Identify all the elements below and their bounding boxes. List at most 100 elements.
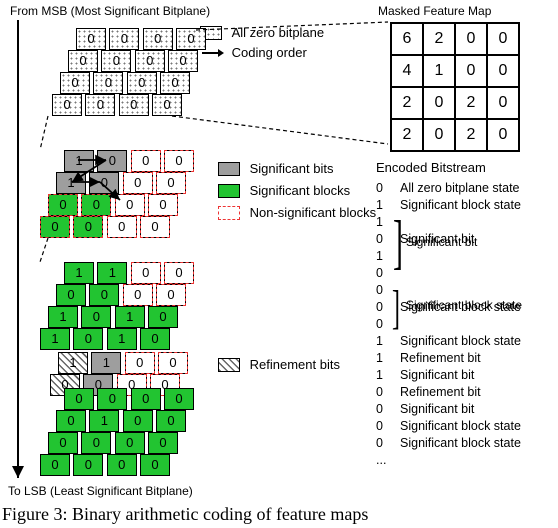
- bp-cell: 0: [164, 150, 194, 172]
- brace1-label: Significant bit: [406, 235, 477, 249]
- mfm-cell: 0: [487, 55, 519, 87]
- list-item: 0All zero bitplane state: [376, 180, 521, 197]
- list-item: 0Significant bit: [376, 401, 521, 418]
- bp-cell: 0: [85, 94, 115, 116]
- bp-cell: 0: [131, 150, 161, 172]
- mfm-cell: 2: [391, 119, 423, 151]
- masked-feature-map: 6 2 0 0 4 1 0 0 2 0 2 0 2 0 2 0: [390, 22, 520, 152]
- mfm-cell: 2: [455, 87, 487, 119]
- bp-cell: 0: [40, 216, 70, 238]
- bp-cell: 0: [143, 28, 173, 50]
- mfm-cell: 2: [423, 23, 455, 55]
- bp-cell: 0: [89, 284, 119, 306]
- legend-allzero: All zero bitplane: [200, 24, 324, 40]
- legend-ref-text: Refinement bits: [250, 357, 340, 372]
- bp-cell: 0: [107, 216, 137, 238]
- list-item: 0Refinement bit: [376, 384, 521, 401]
- mfm-cell: 0: [487, 119, 519, 151]
- bp-cell: 0: [152, 94, 182, 116]
- label-lsb: To LSB (Least Significant Bitplane): [8, 484, 193, 498]
- diagram-canvas: From MSB (Most Significant Bitplane) Mas…: [0, 0, 558, 528]
- bp-cell: 0: [158, 352, 188, 374]
- legend-nonsig: Non-significant blocks: [218, 204, 376, 220]
- bp-cell: 0: [164, 388, 194, 410]
- mfm-cell: 2: [391, 87, 423, 119]
- bp-cell: 0: [107, 454, 137, 476]
- bp-cell: 0: [73, 328, 103, 350]
- label-masked-header: Masked Feature Map: [378, 4, 491, 18]
- bp-cell: 1: [91, 352, 121, 374]
- bp-cell: 1: [48, 306, 78, 328]
- bp-cell: 0: [160, 72, 190, 94]
- bp-cell: 0: [123, 172, 153, 194]
- bp-cell: 0: [115, 194, 145, 216]
- mfm-cell: 0: [423, 119, 455, 151]
- bp-cell: 0: [81, 432, 111, 454]
- list-item: 1Refinement bit: [376, 350, 521, 367]
- bp-cell: 0: [48, 194, 78, 216]
- bp-cell: 0: [52, 94, 82, 116]
- figure-caption: Figure 3: Binary arithmetic coding of fe…: [2, 504, 368, 525]
- bp-cell: 0: [140, 454, 170, 476]
- legend-allzero-text: All zero bitplane: [232, 25, 325, 40]
- bp-cell: 0: [119, 94, 149, 116]
- mfm-cell: 0: [455, 23, 487, 55]
- bp-cell: 0: [81, 306, 111, 328]
- bp-cell: 1: [58, 352, 88, 374]
- gray-swatch: [218, 162, 240, 176]
- legend-sigbits: Significant bits: [218, 160, 333, 176]
- legend-sigblocks-text: Significant blocks: [250, 183, 350, 198]
- bp-cell: 1: [107, 328, 137, 350]
- mfm-cell: 6: [391, 23, 423, 55]
- list-item: 1Significant bit: [376, 367, 521, 384]
- bp-cell: 0: [148, 432, 178, 454]
- bp-cell: 0: [148, 306, 178, 328]
- mfm-cell: 0: [423, 87, 455, 119]
- bp-cell: 0: [60, 72, 90, 94]
- bp-cell: 1: [56, 172, 86, 194]
- bp-cell: 1: [97, 262, 127, 284]
- legend-sigblocks: Significant blocks: [218, 182, 350, 198]
- bp-cell: 0: [148, 194, 178, 216]
- green-swatch: [218, 184, 240, 198]
- bp-cell: 0: [97, 388, 127, 410]
- bp-cell: 0: [156, 172, 186, 194]
- bp-cell: 0: [140, 216, 170, 238]
- bp-cell: 0: [156, 284, 186, 306]
- legend-nonsig-text: Non-significant blocks: [250, 205, 376, 220]
- bp-cell: 0: [48, 432, 78, 454]
- bp-cell: 1: [64, 262, 94, 284]
- bp-cell: 0: [135, 50, 165, 72]
- bp-cell: 1: [40, 328, 70, 350]
- legend-sigbits-text: Significant bits: [250, 161, 334, 176]
- bp-cell: 0: [68, 50, 98, 72]
- mfm-cell: 2: [455, 119, 487, 151]
- legend-coding-order-text: Coding order: [232, 45, 307, 60]
- bitplane-3: 0 0 0 0 0 1 0 0 0 0 0 0 0 0 0 0: [40, 388, 194, 476]
- mfm-cell: 4: [391, 55, 423, 87]
- list-item: 1Significant block state: [376, 333, 521, 350]
- bp-cell: 0: [93, 72, 123, 94]
- bp-cell: 0: [125, 352, 155, 374]
- mfm-cell: 0: [455, 55, 487, 87]
- label-msb: From MSB (Most Significant Bitplane): [10, 4, 210, 18]
- bp-cell: 0: [56, 284, 86, 306]
- bp-cell: 0: [168, 50, 198, 72]
- bp-cell: 0: [140, 328, 170, 350]
- mfm-cell: 1: [423, 55, 455, 87]
- bp-cell: 0: [97, 150, 127, 172]
- mfm-cell: 0: [487, 87, 519, 119]
- bp-cell: 0: [64, 388, 94, 410]
- bp-cell: 0: [73, 216, 103, 238]
- legend-coding-order: Coding order: [200, 44, 307, 60]
- list-item: ...: [376, 452, 521, 469]
- bp-cell: 1: [115, 306, 145, 328]
- brace-icon: ]: [393, 208, 403, 277]
- bp-cell: 0: [56, 410, 86, 432]
- red-swatch: [218, 206, 240, 220]
- list-item: 0Significant block state: [376, 435, 521, 452]
- bp-cell: 0: [73, 454, 103, 476]
- brace-icon: ]: [392, 280, 400, 335]
- bp-cell: 0: [101, 50, 131, 72]
- bp-cell: 0: [176, 28, 206, 50]
